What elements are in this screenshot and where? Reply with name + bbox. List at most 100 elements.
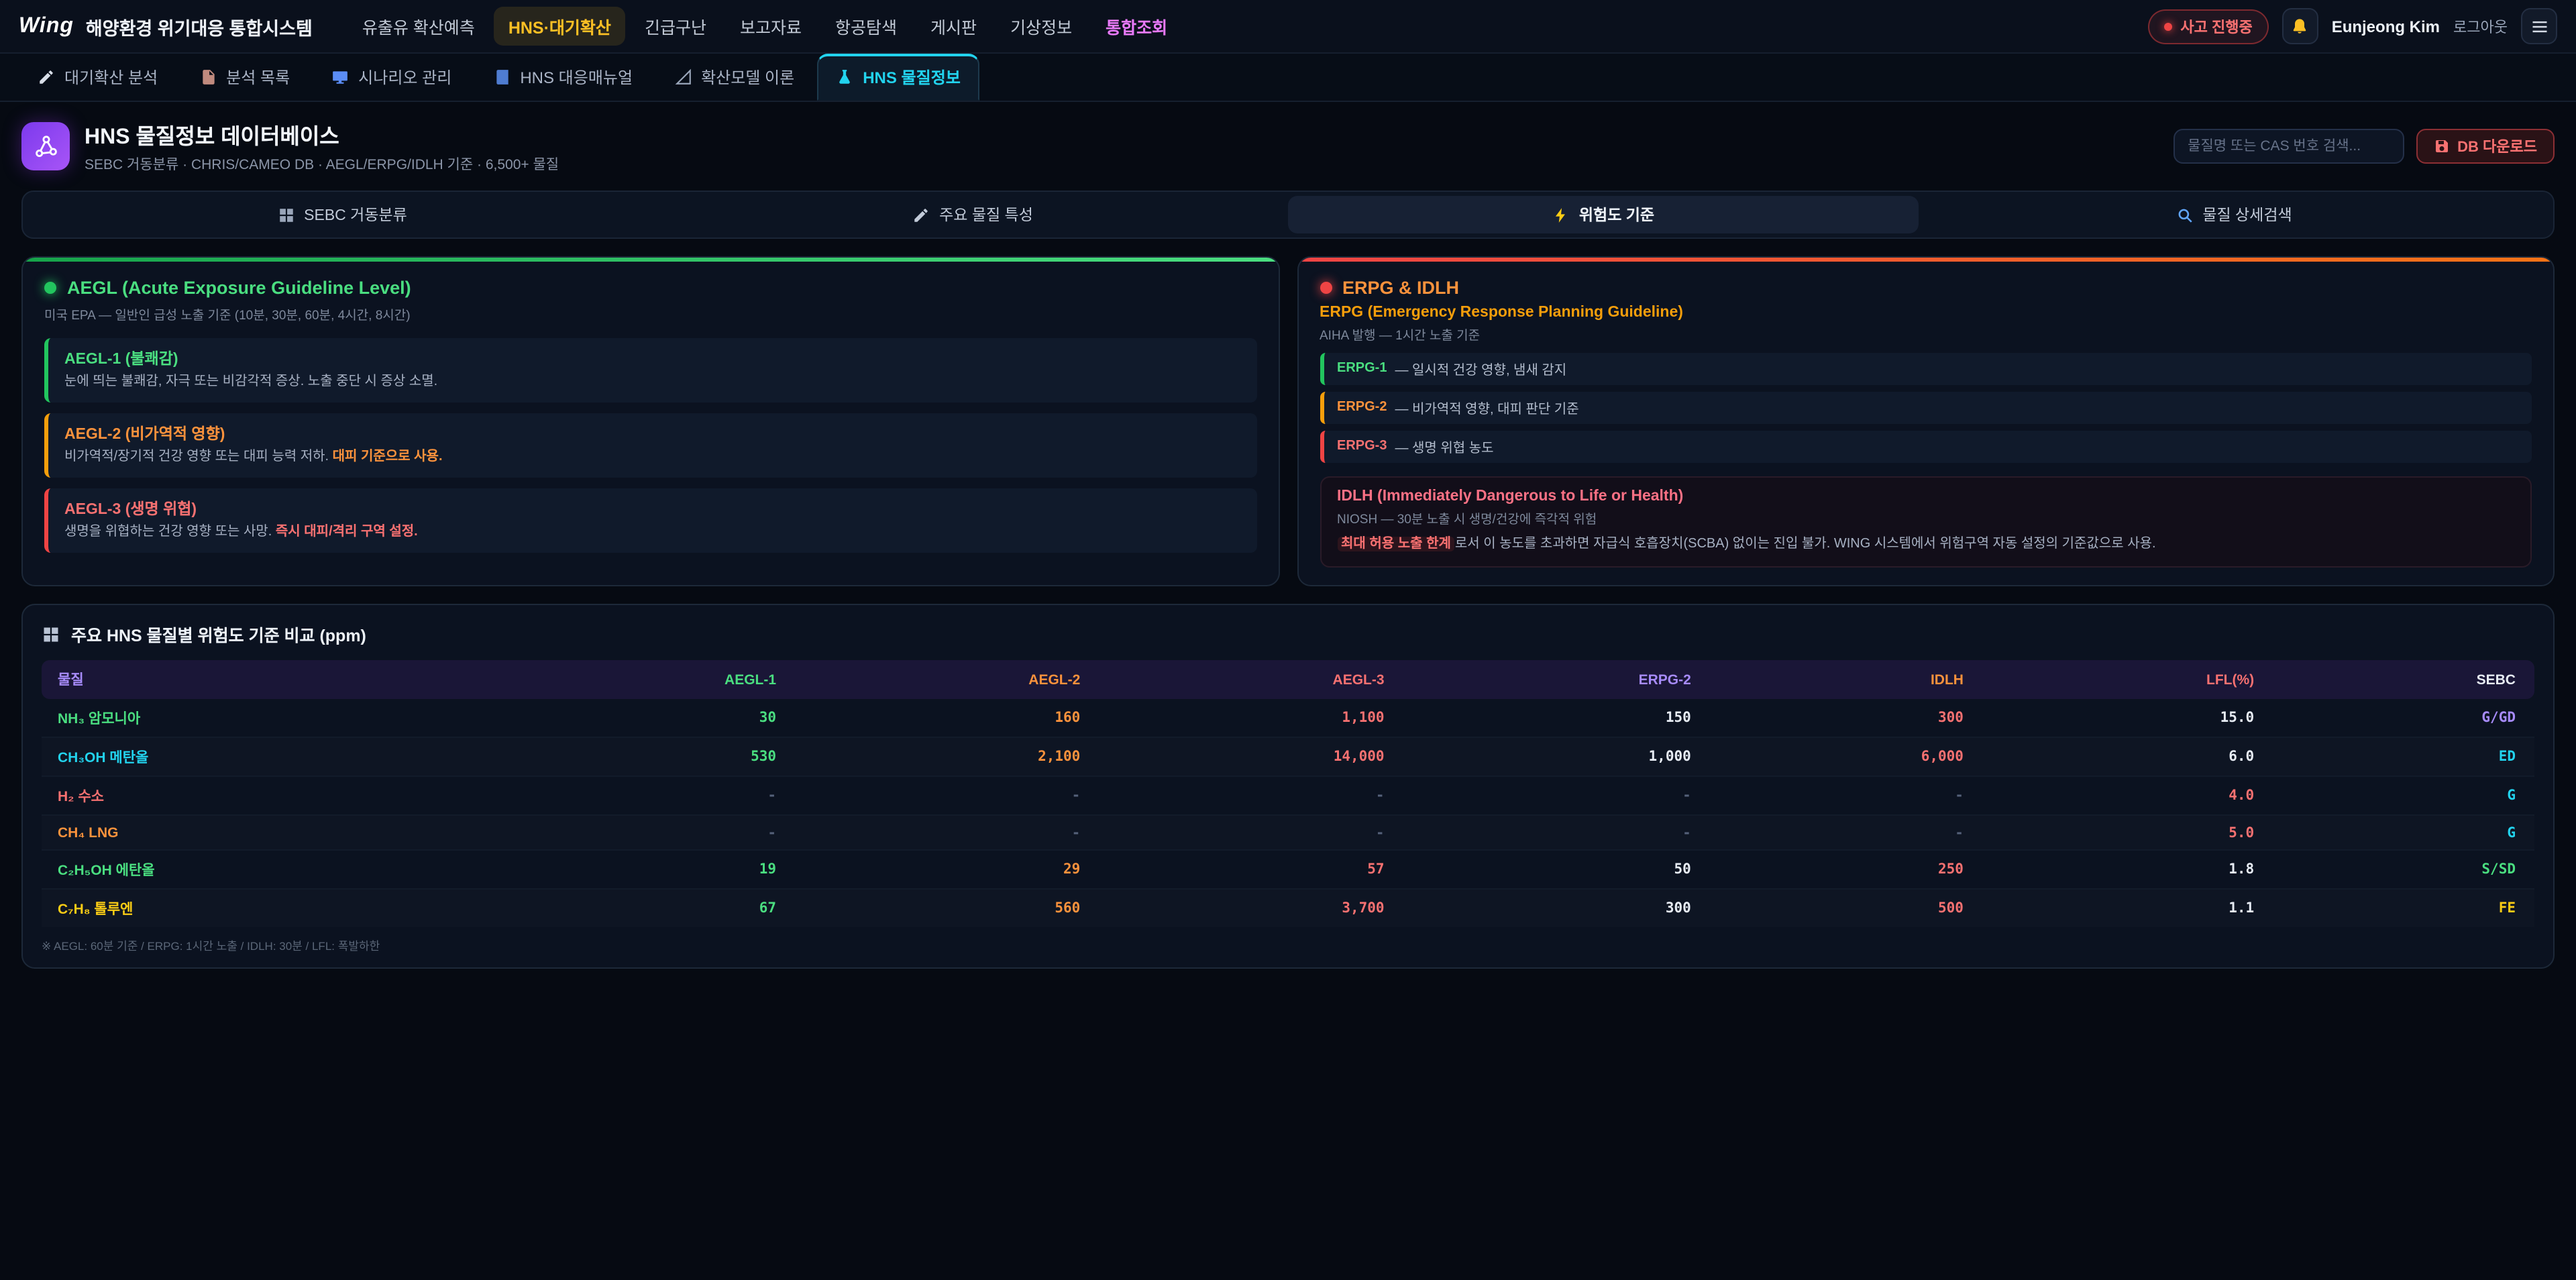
idlh-cell: 300 [1710, 699, 1982, 737]
hazard-table-head: 물질 AEGL-1 AEGL-2 AEGL-3 ERPG-2 IDLH LFL(… [42, 660, 2534, 699]
table-row-ammonia[interactable]: NH₃ 암모니아 30 160 1,100 150 300 15.0 G/GD [42, 699, 2534, 737]
nav-item-board[interactable]: 게시판 [916, 7, 991, 46]
nav-item-weather-info[interactable]: 기상정보 [996, 7, 1087, 46]
col-lfl: LFL(%) [1982, 660, 2273, 699]
erpg-level-2: ERPG-2 — 비가역적 영향, 대피 판단 기준 [1320, 392, 2532, 424]
hamburger-icon [2530, 17, 2548, 36]
top-navbar: Wing 해양환경 위기대응 통합시스템 유출유 확산예측 HNS·대기확산 긴… [0, 0, 2576, 54]
aegl-panel-header: AEGL (Acute Exposure Guideline Level) [44, 278, 1256, 298]
idlh-block: IDLH (Immediately Dangerous to Life or H… [1320, 476, 2532, 568]
lfl-cell: 6.0 [1982, 737, 2273, 776]
app-logo[interactable]: Wing 해양환경 위기대응 통합시스템 [19, 13, 313, 40]
nav-item-emergency-rescue[interactable]: 긴급구난 [630, 7, 721, 46]
erpg2-cell: 150 [1403, 699, 1710, 737]
tab-label: HNS 물질정보 [863, 66, 961, 89]
aegl-level-desc-text: 비가역적/장기적 건강 영향 또는 대피 능력 저하. [64, 449, 333, 464]
incident-status-badge[interactable]: 사고 진행중 [2148, 9, 2268, 44]
aegl-level-3: AEGL-3 (생명 위협) 생명을 위협하는 건강 영향 또는 사망. 즉시 … [44, 488, 1256, 553]
tab-label: 주요 물질 특성 [939, 204, 1033, 225]
grid-icon [277, 206, 294, 223]
db-download-button[interactable]: DB 다운로드 [2416, 129, 2555, 164]
aegl1-cell: 530 [491, 737, 795, 776]
aegl-level-desc-text: 눈에 띄는 불쾌감, 자극 또는 비감각적 증상. 노출 중단 시 증상 소멸. [64, 374, 437, 389]
table-row-lng[interactable]: CH₄ LNG - - - - - 5.0 G [42, 815, 2534, 850]
user-name[interactable]: Eunjeong Kim [2332, 17, 2440, 36]
main-nav: 유출유 확산예측 HNS·대기확산 긴급구난 보고자료 항공탐색 게시판 기상정… [347, 7, 2149, 46]
aegl-level-1: AEGL-1 (불쾌감) 눈에 띄는 불쾌감, 자극 또는 비감각적 증상. 노… [44, 338, 1256, 403]
erpg-panel-title: ERPG & IDLH [1342, 278, 1459, 298]
hazard-table-body: NH₃ 암모니아 30 160 1,100 150 300 15.0 G/GD … [42, 699, 2534, 927]
aegl-level-desc: 생명을 위협하는 건강 영향 또는 사망. 즉시 대피/격리 구역 설정. [64, 523, 1240, 542]
app-title: 해양환경 위기대응 통합시스템 [86, 13, 313, 40]
page-header: HNS 물질정보 데이터베이스 SEBC 거동분류 · CHRIS/CAMEO … [0, 102, 2576, 188]
aegl2-cell: - [795, 815, 1099, 850]
aegl1-cell: - [491, 815, 795, 850]
idlh-desc-text: 로서 이 농도를 초과하면 자급식 호흡장치(SCBA) 없이는 진입 불가. … [1455, 537, 2156, 551]
aegl-level-desc-text: 생명을 위협하는 건강 영향 또는 사망. [64, 525, 276, 539]
aegl-level-name: AEGL-1 (불쾌감) [64, 348, 1240, 369]
menu-button[interactable] [2521, 8, 2557, 44]
erpg-level-1: ERPG-1 — 일시적 건강 영향, 냄새 감지 [1320, 353, 2532, 385]
tab-label: 확산모델 이론 [701, 66, 794, 89]
aegl-level-desc: 비가역적/장기적 건강 영향 또는 대피 능력 저하. 대피 기준으로 사용. [64, 448, 1240, 467]
nav-item-aerial-search[interactable]: 항공탐색 [820, 7, 912, 46]
aegl-level-emphasis: 대피 기준으로 사용. [333, 449, 443, 464]
table-row-hydrogen[interactable]: H₂ 수소 - - - - - 4.0 G [42, 776, 2534, 815]
app-root: Wing 해양환경 위기대응 통합시스템 유출유 확산예측 HNS·대기확산 긴… [0, 0, 2576, 1280]
lfl-cell: 5.0 [1982, 815, 2273, 850]
idlh-highlight: 최대 허용 노출 한계 [1337, 537, 1455, 551]
tab-dispersion-analysis[interactable]: 대기확산 분석 [19, 55, 176, 101]
tab-sebc-classification[interactable]: SEBC 거동분류 [27, 196, 657, 233]
tab-dispersion-model-theory[interactable]: 확산모델 이론 [655, 55, 813, 101]
table-row-toluene[interactable]: C₇H₈ 톨루엔 67 560 3,700 300 500 1.1 FE [42, 889, 2534, 927]
erpg-level-name: ERPG-2 [1337, 400, 1387, 415]
page-subtitle: SEBC 거동분류 · CHRIS/CAMEO DB · AEGL/ERPG/I… [85, 154, 559, 174]
substance-search-input[interactable] [2173, 129, 2404, 164]
tab-hazard-criteria[interactable]: 위험도 기준 [1288, 196, 1919, 233]
table-row-ethanol[interactable]: C₂H₅OH 에탄올 19 29 57 50 250 1.8 S/SD [42, 850, 2534, 889]
tab-hns-substance-info[interactable]: HNS 물질정보 [817, 54, 979, 101]
section-tabs: SEBC 거동분류 주요 물질 특성 위험도 기준 물질 상세검색 [21, 191, 2555, 239]
page-header-left: HNS 물질정보 데이터베이스 SEBC 거동분류 · CHRIS/CAMEO … [21, 118, 559, 174]
idlh-subtitle: NIOSH — 30분 노출 시 생명/건강에 즉각적 위험 [1337, 509, 2514, 527]
idlh-cell: - [1710, 776, 1982, 815]
monitor-icon [331, 68, 349, 86]
nav-item-oil-spill-prediction[interactable]: 유출유 확산예측 [347, 7, 490, 46]
table-row-methanol[interactable]: CH₃OH 메탄올 530 2,100 14,000 1,000 6,000 6… [42, 737, 2534, 776]
erpg2-cell: 300 [1403, 889, 1710, 927]
logout-button[interactable]: 로그아웃 [2453, 15, 2508, 37]
tab-scenario-management[interactable]: 시나리오 관리 [313, 55, 470, 101]
tab-substance-properties[interactable]: 주요 물질 특성 [657, 196, 1288, 233]
incident-status-label: 사고 진행중 [2180, 15, 2252, 37]
aegl1-cell: 30 [491, 699, 795, 737]
substance-cell: NH₃ 암모니아 [42, 699, 491, 737]
red-dot-icon [1320, 282, 1332, 294]
aegl2-cell: 2,100 [795, 737, 1099, 776]
erpg-level-name: ERPG-1 [1337, 361, 1387, 376]
tab-substance-detail-search[interactable]: 물질 상세검색 [1919, 196, 2549, 233]
aegl-panel: AEGL (Acute Exposure Guideline Level) 미국… [21, 256, 1279, 586]
tab-label: SEBC 거동분류 [304, 204, 407, 225]
lfl-cell: 1.8 [1982, 850, 2273, 889]
tab-analysis-list[interactable]: 분석 목록 [180, 55, 309, 101]
sebc-cell: G/GD [2273, 699, 2534, 737]
idlh-title: IDLH (Immediately Dangerous to Life or H… [1337, 488, 2514, 504]
hazard-comparison-card: 주요 HNS 물질별 위험도 기준 비교 (ppm) 물질 AEGL-1 AEG… [21, 604, 2555, 969]
sebc-cell: S/SD [2273, 850, 2534, 889]
bell-icon [2291, 17, 2310, 36]
col-aegl1: AEGL-1 [491, 660, 795, 699]
nav-item-reports[interactable]: 보고자료 [725, 7, 816, 46]
col-erpg2: ERPG-2 [1403, 660, 1710, 699]
lightning-icon [1552, 206, 1570, 223]
nav-item-hns-air-dispersion[interactable]: HNS·대기확산 [494, 7, 626, 46]
tab-hns-response-manual[interactable]: HNS 대응매뉴얼 [474, 55, 651, 101]
logo-text: Wing [19, 14, 74, 38]
erpg-level-desc: — 생명 위협 농도 [1395, 436, 1493, 456]
aegl3-cell: 57 [1099, 850, 1403, 889]
molecule-icon [21, 122, 70, 170]
notifications-button[interactable] [2282, 8, 2318, 44]
aegl3-cell: 3,700 [1099, 889, 1403, 927]
aegl-level-2: AEGL-2 (비가역적 영향) 비가역적/장기적 건강 영향 또는 대피 능력… [44, 413, 1256, 478]
criteria-panels: AEGL (Acute Exposure Guideline Level) 미국… [21, 256, 2555, 586]
nav-item-integrated-search[interactable]: 통합조회 [1091, 7, 1182, 46]
